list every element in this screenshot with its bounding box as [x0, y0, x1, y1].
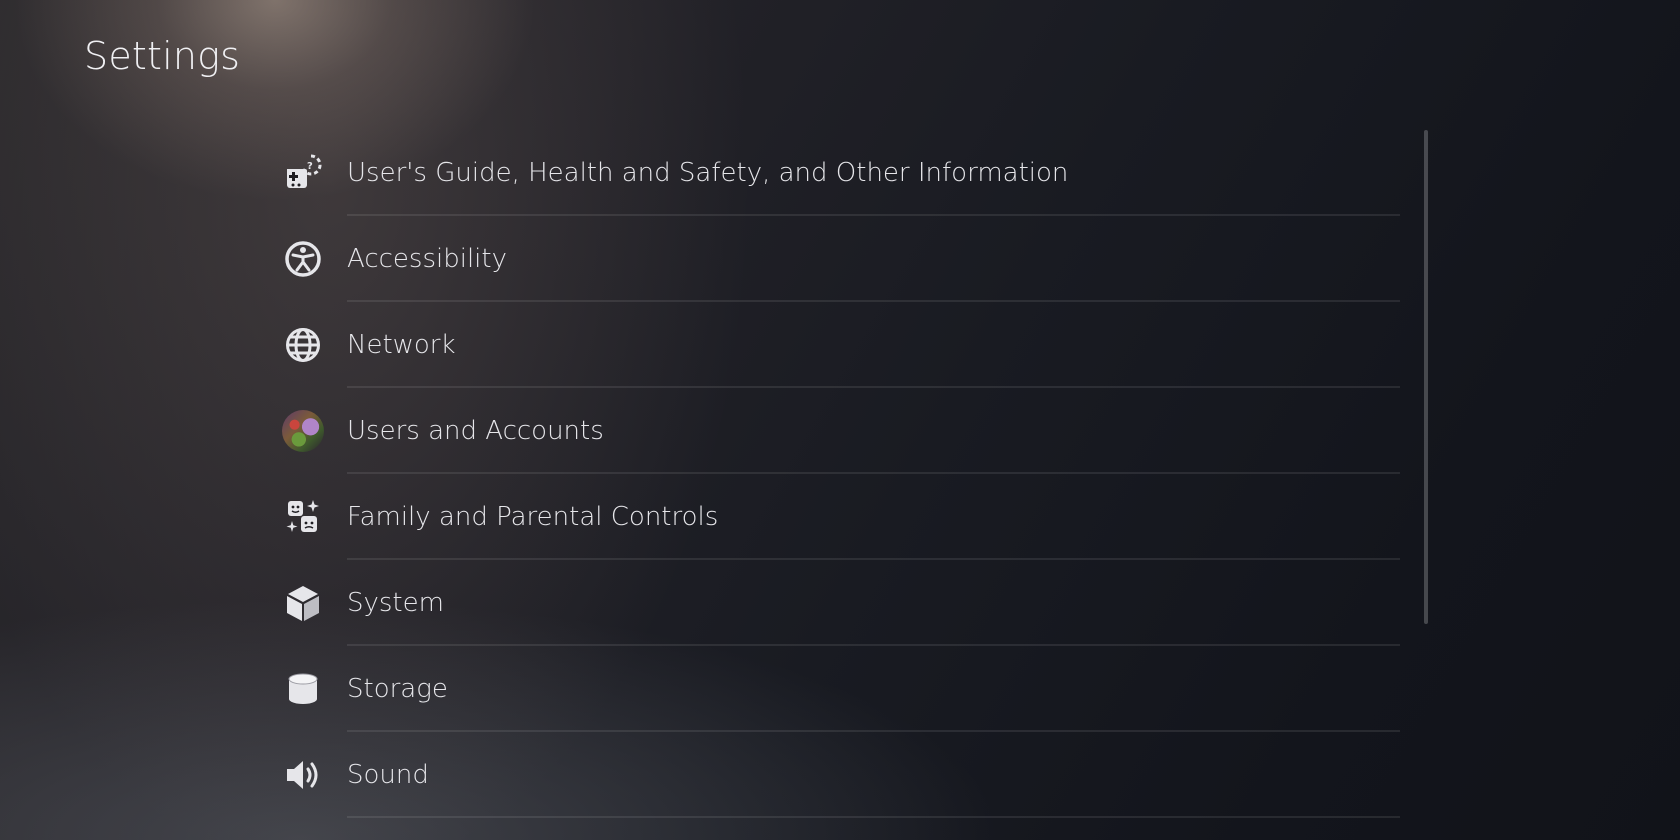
user-avatar — [278, 406, 328, 456]
settings-item-label: Family and Parental Controls — [347, 502, 719, 532]
settings-item-network[interactable]: Network — [278, 302, 1400, 388]
storage-cylinder-icon — [278, 664, 328, 714]
svg-text:?: ? — [307, 161, 313, 172]
globe-icon — [278, 320, 328, 370]
page-title: Settings — [84, 34, 241, 78]
settings-item-label: Storage — [347, 674, 448, 704]
settings-item-users-guide[interactable]: ? User's Guide, Health and Safety, and O… — [278, 130, 1400, 216]
settings-item-family-parental-controls[interactable]: Family and Parental Controls — [278, 474, 1400, 560]
accessibility-icon — [278, 234, 328, 284]
settings-item-label: Accessibility — [347, 244, 507, 274]
users-guide-icon: ? — [278, 148, 328, 198]
settings-item-system[interactable]: System — [278, 560, 1400, 646]
cube-icon — [278, 578, 328, 628]
scrollbar[interactable] — [1424, 130, 1428, 624]
settings-item-sound[interactable]: Sound — [278, 732, 1400, 818]
settings-item-label: Network — [347, 330, 456, 360]
divider — [347, 816, 1400, 818]
settings-item-accessibility[interactable]: Accessibility — [278, 216, 1400, 302]
settings-item-label: System — [347, 588, 444, 618]
settings-item-label: User's Guide, Health and Safety, and Oth… — [347, 158, 1069, 188]
settings-list: ? User's Guide, Health and Safety, and O… — [278, 130, 1400, 818]
avatar — [282, 410, 324, 452]
settings-item-users-and-accounts[interactable]: Users and Accounts — [278, 388, 1400, 474]
settings-item-label: Sound — [347, 760, 429, 790]
family-icon — [278, 492, 328, 542]
settings-item-label: Users and Accounts — [347, 416, 604, 446]
speaker-icon — [278, 750, 328, 800]
settings-item-storage[interactable]: Storage — [278, 646, 1400, 732]
